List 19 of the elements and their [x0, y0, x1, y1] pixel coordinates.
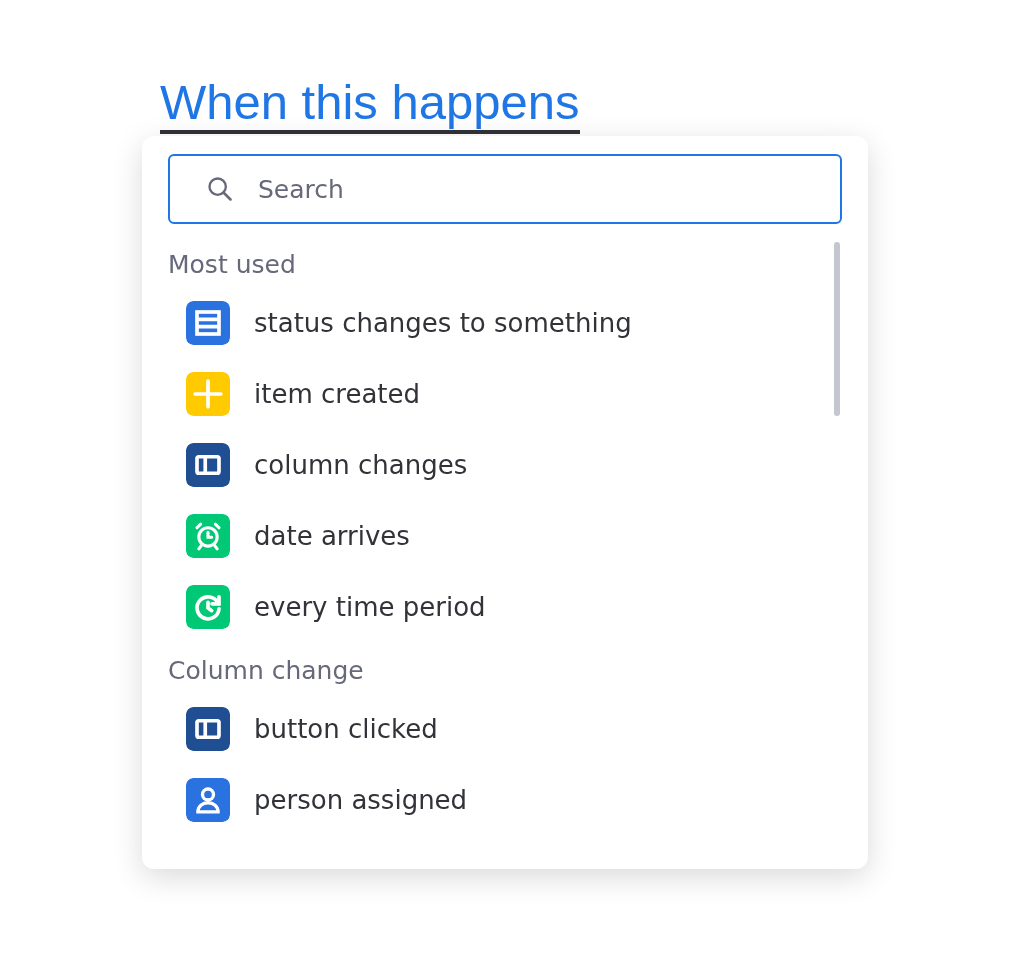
scrollbar[interactable] [834, 242, 840, 416]
trigger-option[interactable]: column changes [168, 429, 842, 500]
search-icon [206, 175, 234, 203]
option-label: column changes [254, 449, 468, 480]
option-label: date arrives [254, 520, 410, 551]
trigger-option[interactable]: item created [168, 358, 842, 429]
option-label: item created [254, 378, 421, 409]
option-label: status changes to something [254, 307, 632, 338]
section-heading: Column change [168, 656, 365, 685]
trigger-option[interactable]: every time period [168, 571, 842, 642]
trigger-option[interactable]: status changes to something [168, 287, 842, 358]
option-label: every time period [254, 591, 486, 622]
trigger-option[interactable]: date arrives [168, 500, 842, 571]
trigger-option[interactable]: person assigned [168, 764, 842, 835]
option-label: person assigned [254, 784, 468, 815]
option-label: button clicked [254, 713, 438, 744]
section-heading: Most used [168, 250, 297, 279]
search-field[interactable]: Search [168, 154, 842, 224]
trigger-option[interactable]: button clicked [168, 693, 842, 764]
